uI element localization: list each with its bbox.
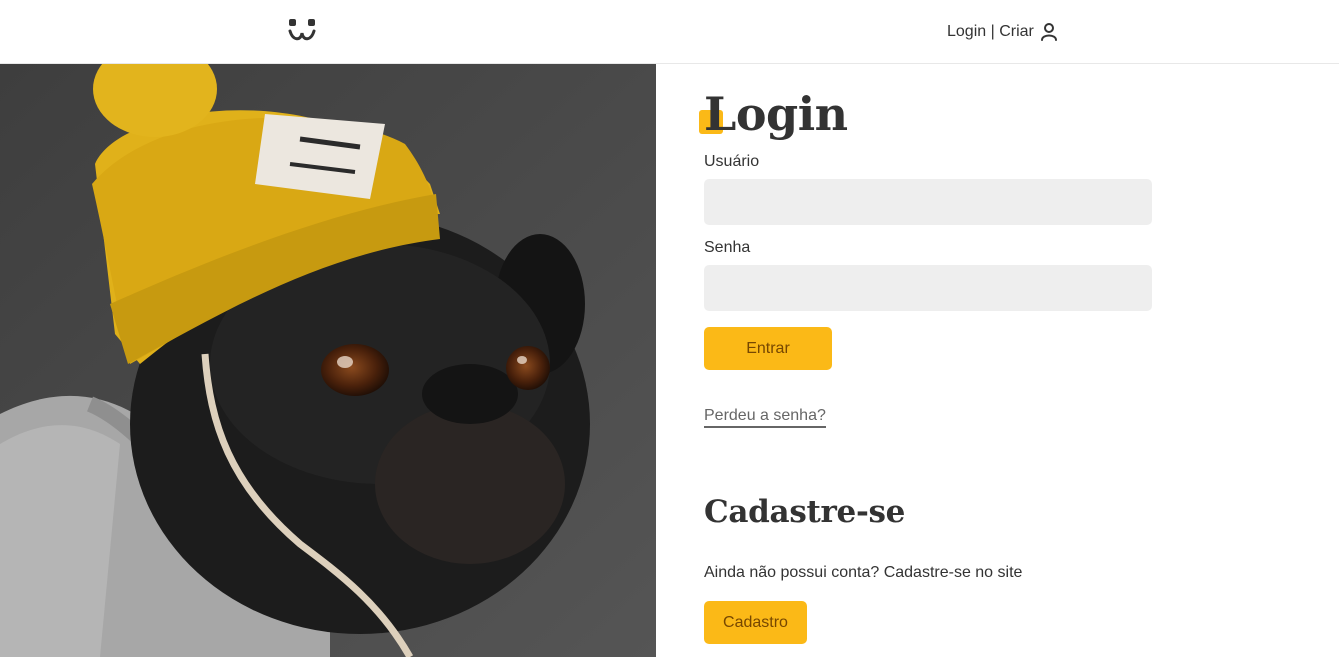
- password-input[interactable]: [704, 265, 1152, 311]
- username-input[interactable]: [704, 179, 1152, 225]
- signup-title: Cadastre-se: [704, 494, 906, 530]
- signup-button[interactable]: Cadastro: [704, 601, 807, 644]
- pug-in-yellow-beanie-image: [0, 64, 656, 657]
- signup-text: Ainda não possui conta? Cadastre-se no s…: [704, 564, 1023, 581]
- login-create-label: Login | Criar: [947, 23, 1034, 40]
- site-header: Login | Criar: [0, 0, 1339, 64]
- login-submit-button[interactable]: Entrar: [704, 327, 832, 370]
- home-logo-link[interactable]: [287, 17, 317, 43]
- lost-password-link[interactable]: Perdeu a senha?: [704, 407, 826, 428]
- username-label: Usuário: [704, 153, 760, 170]
- user-icon: [1040, 23, 1057, 41]
- login-create-link[interactable]: Login | Criar: [947, 21, 1058, 43]
- login-title: Login: [704, 87, 848, 141]
- login-title-wrap: Login: [699, 86, 848, 142]
- login-panel: Login Usuário Senha Entrar Perdeu a senh…: [699, 64, 1304, 657]
- password-label: Senha: [704, 239, 751, 256]
- dog-face-icon: [288, 19, 316, 41]
